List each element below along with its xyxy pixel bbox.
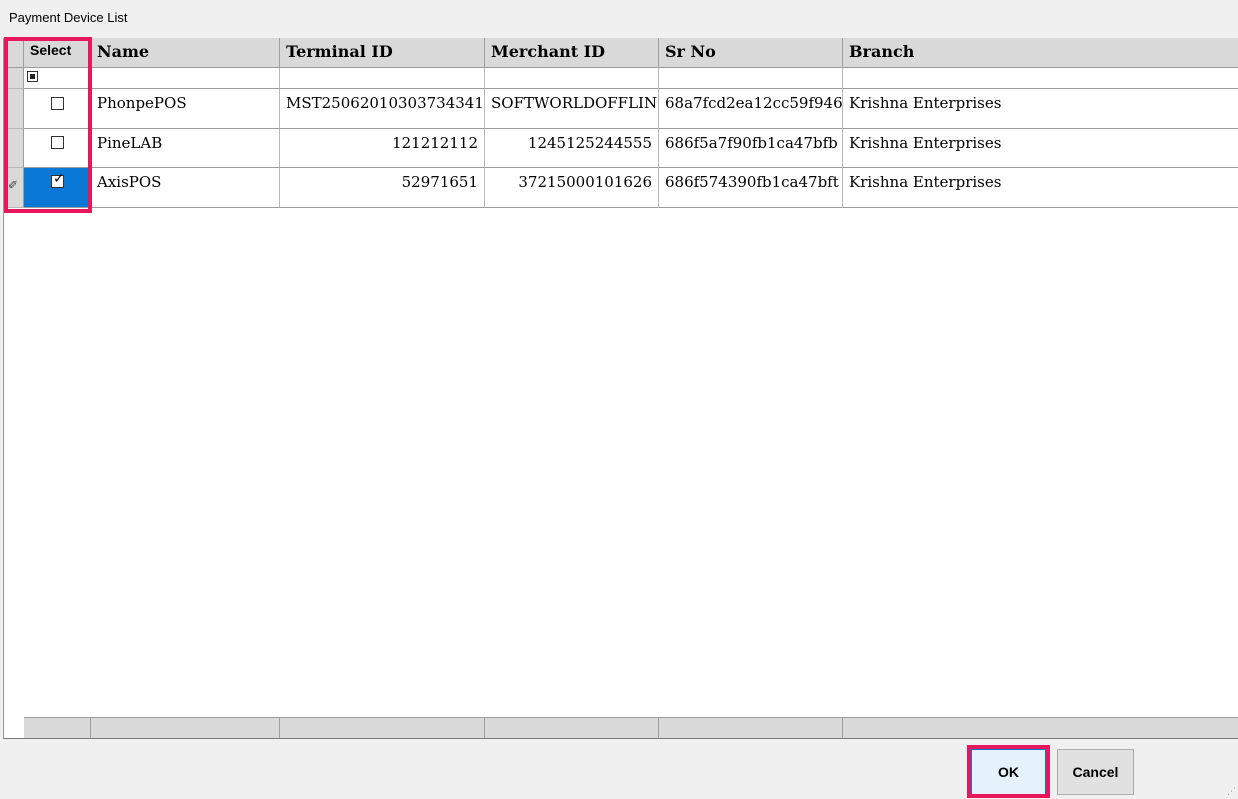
cell-branch[interactable]: Krishna Enterprises [843, 129, 1238, 168]
row-checkbox[interactable] [51, 97, 64, 110]
cell-terminal-id[interactable]: 121212112 [280, 129, 485, 168]
check-mark-icon: ✓ [53, 171, 65, 187]
row-header[interactable] [4, 89, 24, 129]
row-checkbox-checked[interactable]: ✓ [51, 171, 65, 188]
cell-sr-no[interactable]: 686f5a7f90fb1ca47bfb [659, 129, 843, 168]
cell-branch[interactable]: Krishna Enterprises [843, 89, 1238, 129]
footer-sr-no [659, 717, 843, 738]
footer-name [91, 717, 280, 738]
row-checkbox[interactable] [51, 136, 64, 149]
cell-merchant-id[interactable]: 37215000101626 [485, 168, 659, 208]
footer-select [24, 717, 91, 738]
filter-branch[interactable] [843, 68, 1238, 89]
column-header-merchant-id[interactable]: Merchant ID [485, 38, 659, 68]
window-title: Payment Device List [9, 10, 128, 25]
filter-row-header [4, 68, 24, 89]
column-header-name[interactable]: Name [91, 38, 280, 68]
ok-button[interactable]: OK [971, 749, 1046, 795]
cell-terminal-id[interactable]: 52971651 [280, 168, 485, 208]
row-header-corner [4, 38, 24, 68]
cancel-button[interactable]: Cancel [1057, 749, 1134, 795]
cell-sr-no[interactable]: 686f574390fb1ca47bft [659, 168, 843, 208]
filter-name[interactable] [91, 68, 280, 89]
cell-merchant-id[interactable]: 1245125244555 [485, 129, 659, 168]
cell-branch[interactable]: Krishna Enterprises [843, 168, 1238, 208]
payment-device-grid[interactable]: Select Name Terminal ID Merchant ID Sr N… [3, 38, 1238, 739]
filter-terminal-id[interactable] [280, 68, 485, 89]
footer-terminal-id [280, 717, 485, 738]
column-header-select[interactable]: Select [24, 38, 91, 68]
column-header-terminal-id[interactable]: Terminal ID [280, 38, 485, 68]
column-header-sr-no[interactable]: Sr No [659, 38, 843, 68]
select-cell-selected[interactable]: ✓ [24, 168, 91, 208]
resize-grip-icon[interactable]: ⋰ [1227, 787, 1236, 797]
filter-sr-no[interactable] [659, 68, 843, 89]
row-header[interactable] [4, 129, 24, 168]
select-cell[interactable] [24, 129, 91, 168]
edit-pencil-icon: ✐ [8, 178, 19, 192]
footer-branch [843, 717, 1238, 738]
cell-sr-no[interactable]: 68a7fcd2ea12cc59f946 [659, 89, 843, 129]
select-cell[interactable] [24, 89, 91, 129]
cell-terminal-id[interactable]: MST25062010303734341 [280, 89, 485, 129]
footer-merchant-id [485, 717, 659, 738]
cell-name[interactable]: AxisPOS [91, 168, 280, 208]
column-header-branch[interactable]: Branch [843, 38, 1238, 68]
cell-name[interactable]: PhonpePOS [91, 89, 280, 129]
row-header-current[interactable]: ✐ [4, 168, 24, 208]
select-all-cell[interactable] [24, 68, 91, 89]
cell-merchant-id[interactable]: SOFTWORLDOFFLINE [485, 89, 659, 129]
cell-name[interactable]: PineLAB [91, 129, 280, 168]
filter-merchant-id[interactable] [485, 68, 659, 89]
select-all-checkbox[interactable] [27, 71, 38, 82]
